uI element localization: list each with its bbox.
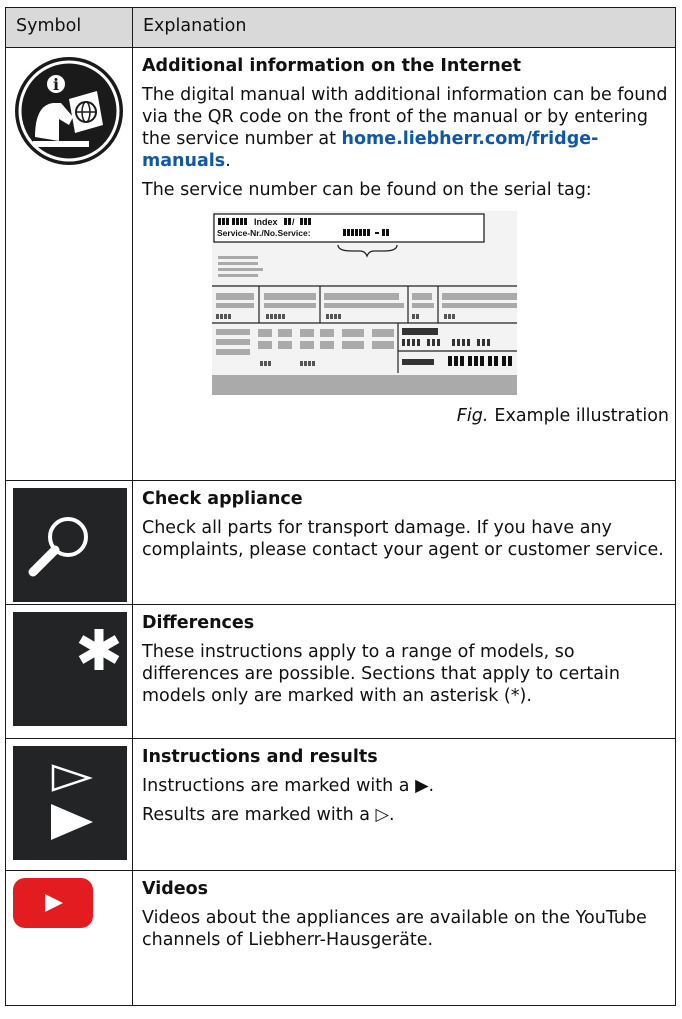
- row-title: Differences: [142, 613, 255, 633]
- explanation-cell: Videos Videos about the appliances are a…: [132, 870, 676, 1006]
- triangle-arrows-icon: [13, 746, 127, 860]
- row-title: Additional information on the Internet: [142, 56, 521, 76]
- symbol-cell: [5, 480, 133, 605]
- row-title: Instructions and results: [142, 747, 378, 767]
- row-title: Check appliance: [142, 489, 303, 509]
- symbol-cell: [5, 738, 133, 871]
- row-title: Videos: [142, 879, 209, 899]
- paragraph: These instructions apply to a range of m…: [142, 642, 620, 706]
- fig-caption-text: Example illustration: [494, 406, 669, 426]
- serial-tag-figure: Index / Service-Nr./No.Service:: [212, 211, 517, 395]
- explanation-cell: Additional information on the Internet T…: [132, 47, 676, 481]
- table-row: Videos Videos about the appliances are a…: [5, 870, 676, 1006]
- fig-label: Fig.: [456, 406, 489, 426]
- explanation-cell: Differences These instructions apply to …: [132, 604, 676, 739]
- paragraph: The digital manual with additional infor…: [142, 84, 669, 172]
- symbol-table: Symbol Explanation i Additional informat…: [5, 7, 676, 1006]
- internet-manual-icon: i: [15, 57, 123, 165]
- explanation-cell: Instructions and results Instructions ar…: [132, 738, 676, 871]
- asterisk-icon: [13, 612, 127, 726]
- youtube-icon: [13, 878, 93, 928]
- symbol-cell: [5, 870, 133, 1006]
- table-row: Instructions and results Instructions ar…: [5, 738, 676, 871]
- tag-service-text: Service-Nr./No.Service:: [217, 228, 311, 238]
- table-row: Check appliance Check all parts for tran…: [5, 480, 676, 605]
- paragraph: Check all parts for transport damage. If…: [142, 518, 664, 560]
- header-explanation: Explanation: [132, 7, 676, 48]
- serial-tag-illustration: Index / Service-Nr./No.Service:: [212, 211, 517, 395]
- table-row: Differences These instructions apply to …: [5, 604, 676, 739]
- header-symbol: Symbol: [5, 7, 133, 48]
- symbol-cell: i: [5, 47, 133, 481]
- table-header-row: Symbol Explanation: [5, 7, 676, 48]
- svg-text:i: i: [53, 75, 59, 94]
- explanation-cell: Check appliance Check all parts for tran…: [132, 480, 676, 605]
- paragraph: Results are marked with a ▷.: [142, 805, 395, 825]
- tag-index-text: Index: [254, 217, 278, 227]
- paragraph-end: .: [225, 151, 231, 171]
- paragraph: Instructions are marked with a ▶.: [142, 776, 435, 796]
- figure-caption: Fig. Example illustration: [142, 405, 669, 427]
- paragraph: The service number can be found on the s…: [142, 180, 592, 200]
- magnifier-icon: [13, 488, 127, 602]
- table-row: i Additional information on the Internet…: [5, 47, 676, 481]
- paragraph: Videos about the appliances are availabl…: [142, 908, 647, 950]
- symbol-cell: [5, 604, 133, 739]
